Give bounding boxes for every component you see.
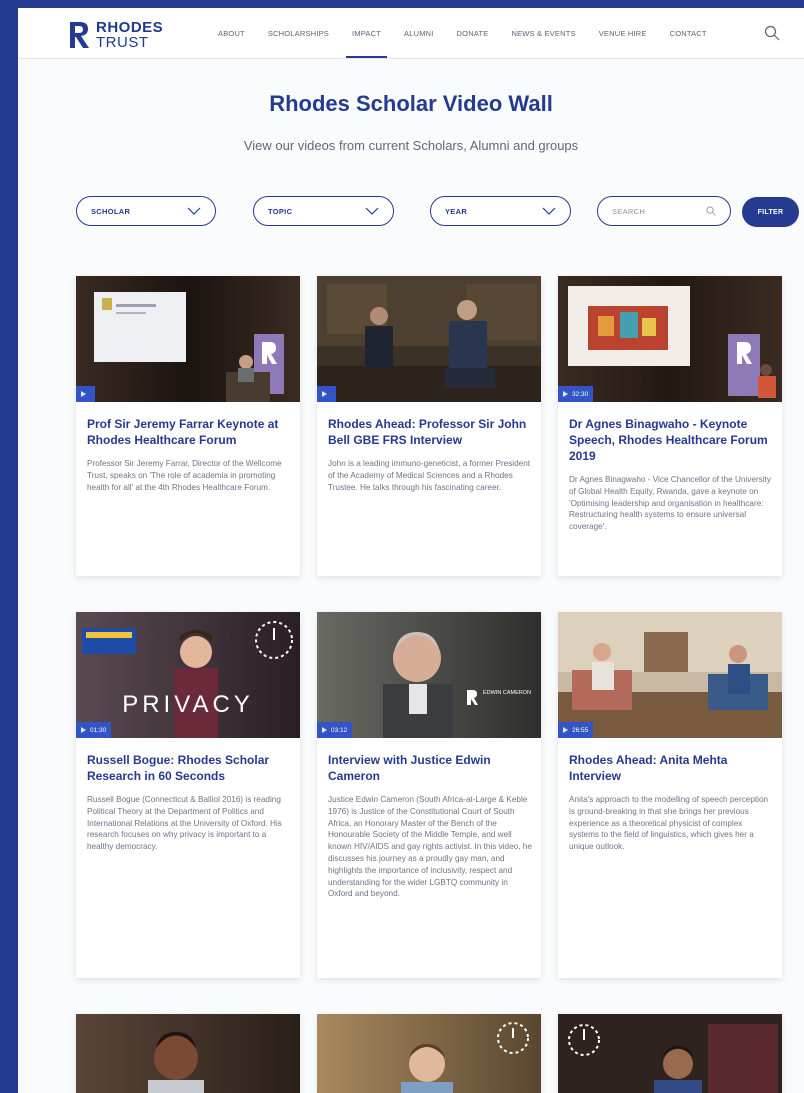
- play-icon: [81, 391, 86, 397]
- anita-interview-image: [558, 612, 782, 738]
- card-description: Russell Bogue (Connecticut & Balliol 201…: [87, 795, 282, 852]
- video-card[interactable]: [76, 1014, 300, 1093]
- nav-impact[interactable]: IMPACT: [346, 8, 387, 58]
- play-badge[interactable]: 26:55: [558, 722, 594, 738]
- video-card[interactable]: 26:55 Rhodes Ahead: Anita Mehta Intervie…: [558, 612, 782, 978]
- card-title[interactable]: Rhodes Ahead: Anita Mehta Interview: [569, 752, 773, 784]
- video-thumbnail[interactable]: 32:30: [558, 276, 782, 402]
- video-card[interactable]: [317, 1014, 541, 1093]
- topic-dropdown[interactable]: TOPIC: [253, 196, 394, 226]
- play-icon: [322, 727, 327, 733]
- video-thumbnail[interactable]: [76, 276, 300, 402]
- card-title[interactable]: Rhodes Ahead: Professor Sir John Bell GB…: [328, 416, 532, 448]
- nav-about[interactable]: ABOUT: [218, 8, 245, 58]
- video-duration: 32:30: [572, 390, 589, 398]
- play-icon: [563, 727, 568, 733]
- lecture-hall-image: [76, 276, 300, 402]
- main-nav: ABOUT SCHOLARSHIPS IMPACT ALUMNI DONATE …: [218, 8, 730, 58]
- rhodes-trust-logo[interactable]: RHODES TRUST: [68, 18, 163, 52]
- video-thumbnail[interactable]: [317, 1014, 541, 1093]
- video-card[interactable]: 32:30 Dr Agnes Binagwaho - Keynote Speec…: [558, 276, 782, 576]
- top-strip: [18, 0, 804, 8]
- video-duration: 26:55: [572, 726, 589, 734]
- play-badge[interactable]: [76, 386, 95, 402]
- logo-text-line2: TRUST: [96, 34, 149, 51]
- page: RHODES TRUST ABOUT SCHOLARSHIPS IMPACT A…: [18, 0, 804, 1093]
- play-badge[interactable]: [317, 386, 336, 402]
- search-icon: [706, 206, 716, 216]
- nav-venue-hire[interactable]: VENUE HIRE: [599, 8, 647, 58]
- nav-scholarships[interactable]: SCHOLARSHIPS: [268, 8, 329, 58]
- video-thumbnail[interactable]: EDWIN CAMERON 03:12: [317, 612, 541, 738]
- search-icon[interactable]: [764, 25, 780, 41]
- topic-dropdown-label: TOPIC: [268, 206, 293, 216]
- video-card[interactable]: Rhodes Ahead: Professor Sir John Bell GB…: [317, 276, 541, 576]
- privacy-overlay-text: PRIVACY: [122, 691, 254, 718]
- logo-r-icon: [70, 22, 89, 48]
- chevron-down-icon: [365, 207, 379, 215]
- year-dropdown-label: YEAR: [445, 206, 468, 216]
- chevron-down-icon: [187, 207, 201, 215]
- interview-image: [317, 276, 541, 402]
- play-badge[interactable]: 32:30: [558, 386, 594, 402]
- scholar-dropdown[interactable]: SCHOLAR: [76, 196, 216, 226]
- search-input[interactable]: SEARCH: [597, 196, 731, 226]
- justice-interview-image: EDWIN CAMERON: [317, 612, 541, 738]
- card-title[interactable]: Dr Agnes Binagwaho - Keynote Speech, Rho…: [569, 416, 773, 464]
- video-card[interactable]: Prof Sir Jeremy Farrar Keynote at Rhodes…: [76, 276, 300, 576]
- card-description: Anita's approach to the modelling of spe…: [569, 795, 769, 852]
- play-icon: [322, 391, 327, 397]
- card-description: John is a leading immuno-geneticist, a f…: [328, 459, 531, 492]
- filter-button[interactable]: FILTER: [742, 197, 799, 227]
- play-badge[interactable]: 03:12: [317, 722, 353, 738]
- play-icon: [563, 391, 568, 397]
- video-duration: 03:12: [331, 726, 348, 734]
- video-card[interactable]: [558, 1014, 782, 1093]
- card-description: Professor Sir Jeremy Farrar, Director of…: [87, 459, 282, 492]
- video-thumbnail[interactable]: PRIVACY 01:30: [76, 612, 300, 738]
- year-dropdown[interactable]: YEAR: [430, 196, 571, 226]
- video-card[interactable]: PRIVACY 01:30 Russell Bogue: Rhodes Scho…: [76, 612, 300, 978]
- video-thumbnail[interactable]: [317, 276, 541, 402]
- video-card[interactable]: EDWIN CAMERON 03:12 Interview with Justi…: [317, 612, 541, 978]
- logo-text-line1: RHODES: [96, 19, 164, 36]
- video-thumbnail[interactable]: [558, 1014, 782, 1093]
- page-subtitle: View our videos from current Scholars, A…: [243, 138, 579, 153]
- card-title[interactable]: Interview with Justice Edwin Cameron: [328, 752, 532, 784]
- nav-alumni[interactable]: ALUMNI: [404, 8, 434, 58]
- chevron-down-icon: [542, 207, 556, 215]
- card-description: Justice Edwin Cameron (South Africa-at-L…: [328, 795, 532, 899]
- site-header: RHODES TRUST ABOUT SCHOLARSHIPS IMPACT A…: [18, 8, 804, 59]
- nav-news-events[interactable]: NEWS & EVENTS: [511, 8, 575, 58]
- nav-donate[interactable]: DONATE: [457, 8, 489, 58]
- keynote-stage-image: [558, 276, 782, 402]
- video-duration: 01:30: [90, 726, 107, 734]
- video-thumbnail[interactable]: 26:55: [558, 612, 782, 738]
- card-title[interactable]: Russell Bogue: Rhodes Scholar Research i…: [87, 752, 291, 784]
- video-thumbnail[interactable]: [76, 1014, 300, 1093]
- search-placeholder: SEARCH: [612, 206, 646, 216]
- card-title[interactable]: Prof Sir Jeremy Farrar Keynote at Rhodes…: [87, 416, 291, 448]
- card-description: Dr Agnes Binagwaho - Vice Chancellor of …: [569, 475, 771, 532]
- play-icon: [81, 727, 86, 733]
- nav-contact[interactable]: CONTACT: [670, 8, 707, 58]
- scholar-dropdown-label: SCHOLAR: [91, 206, 131, 216]
- page-title: Rhodes Scholar Video Wall: [269, 91, 553, 116]
- privacy-video-image: PRIVACY: [76, 612, 300, 738]
- name-overlay-text: EDWIN CAMERON: [483, 690, 531, 696]
- play-badge[interactable]: 01:30: [76, 722, 112, 738]
